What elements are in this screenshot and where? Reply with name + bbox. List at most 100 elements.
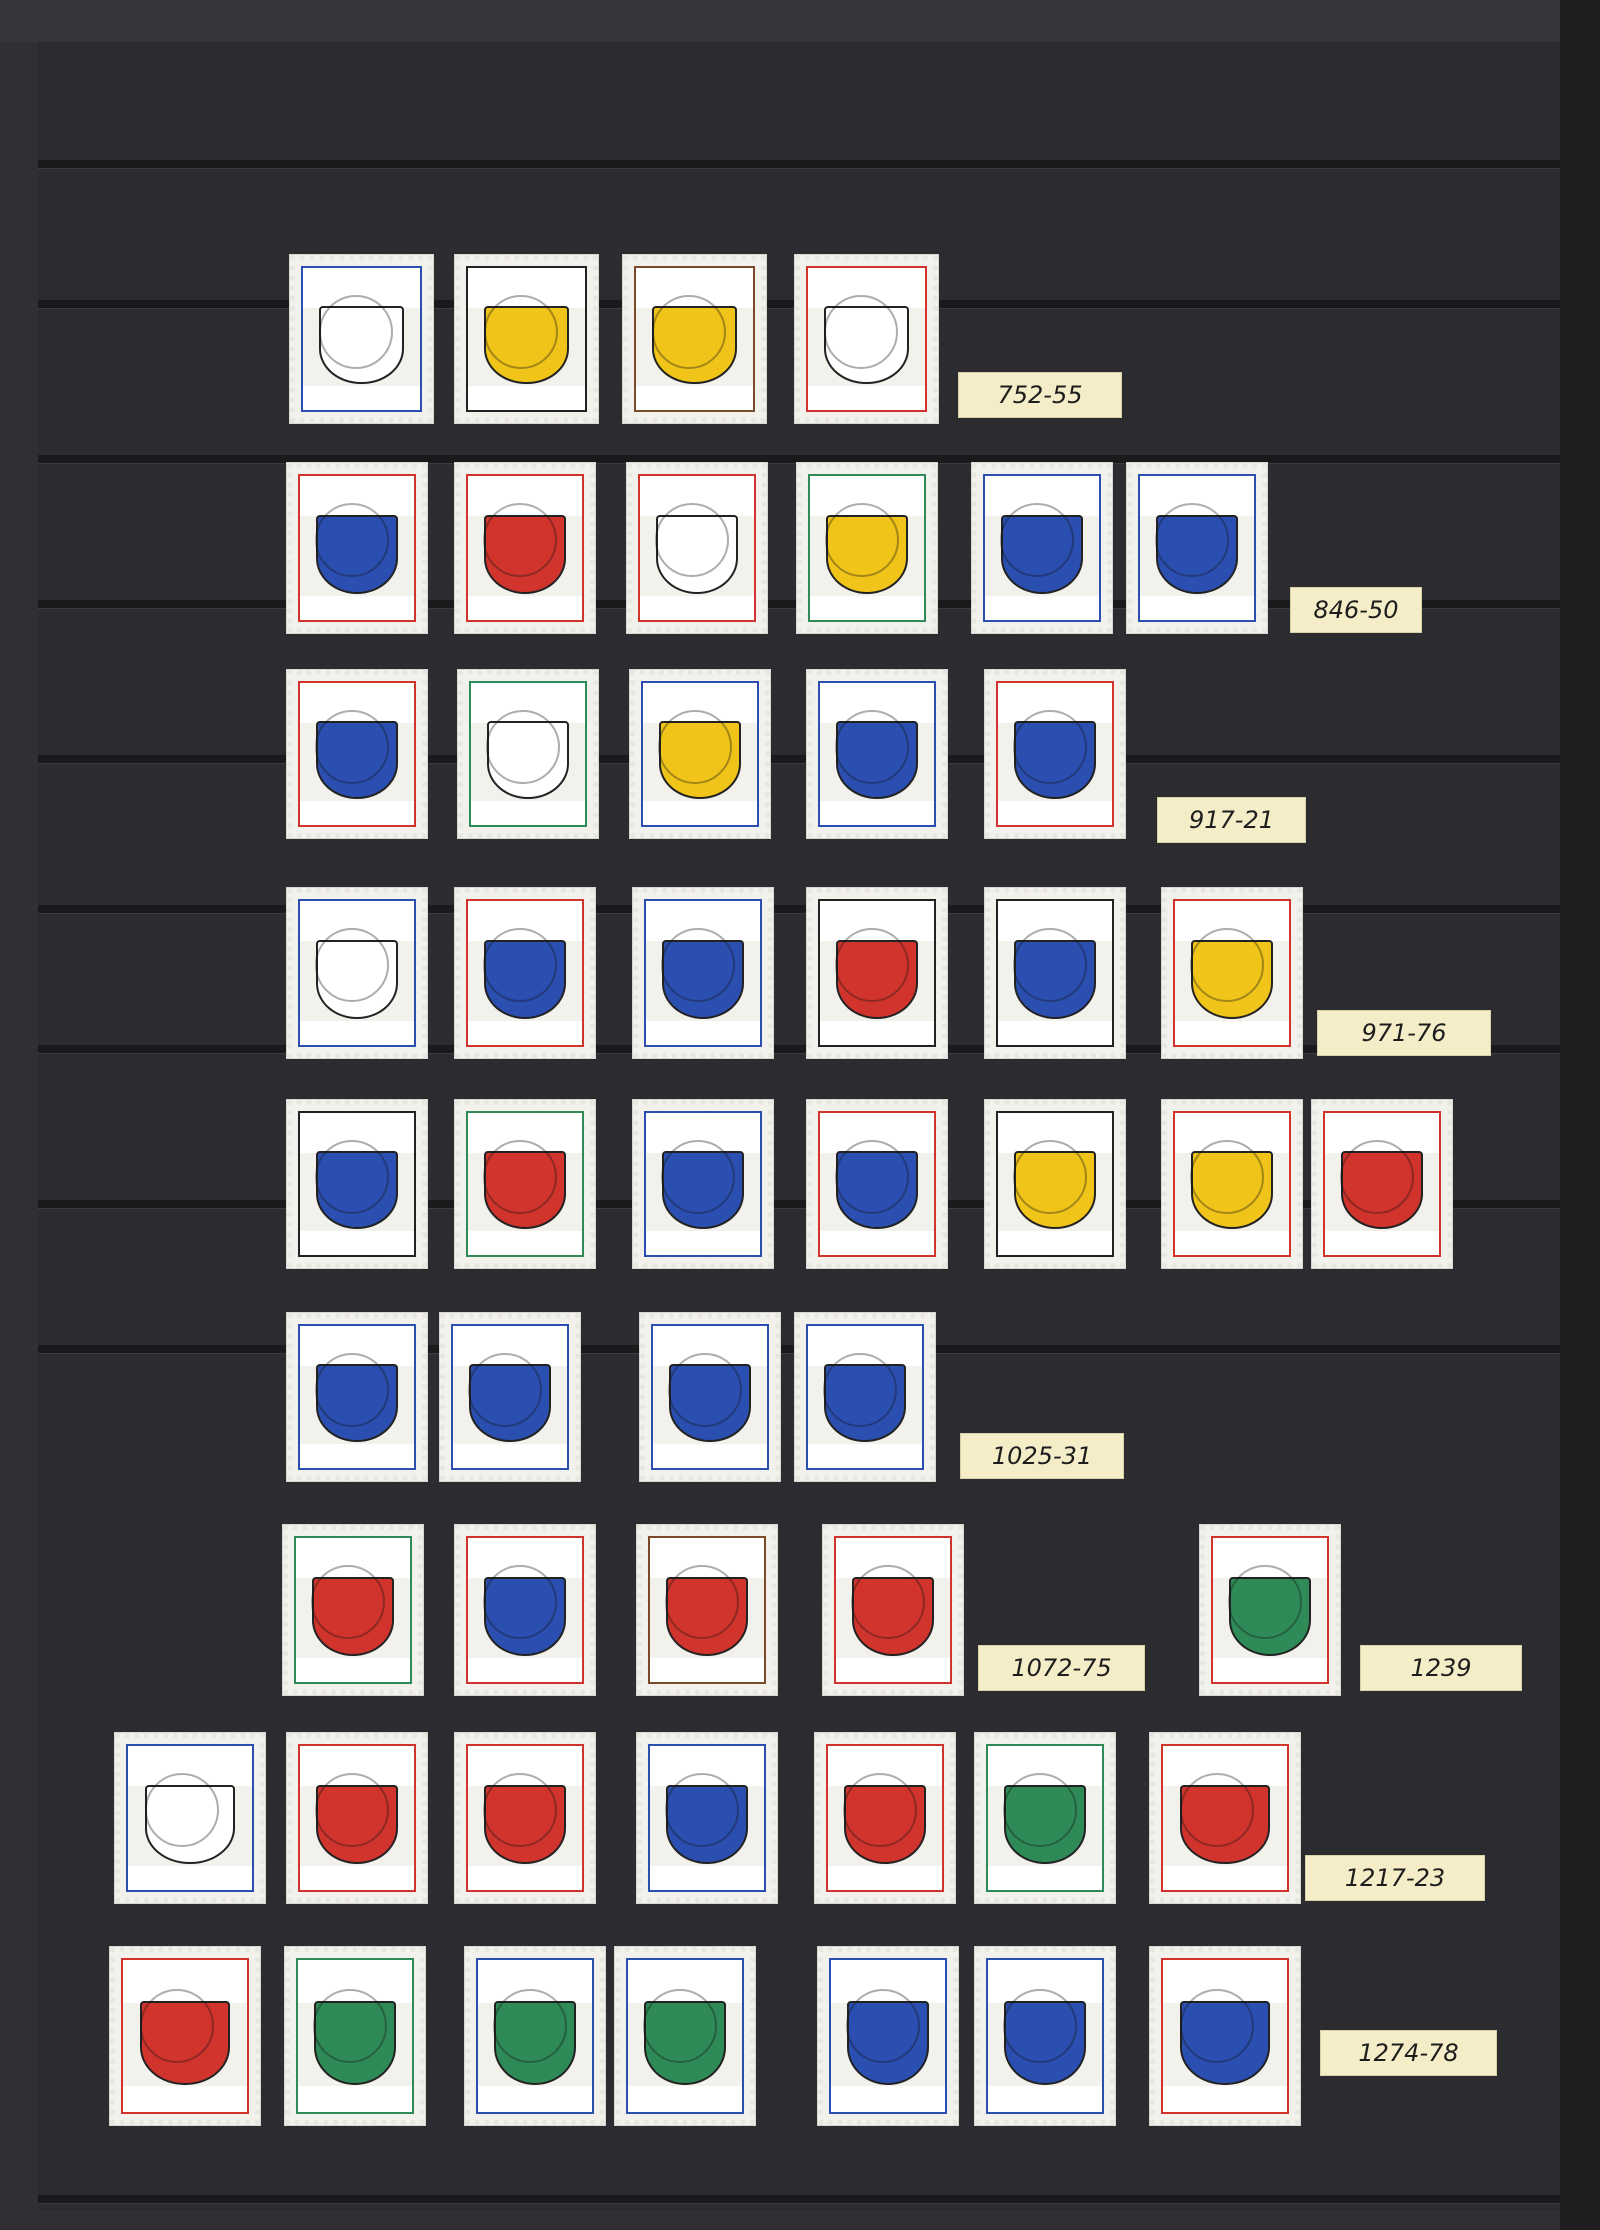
stamp[interactable] [971,462,1113,634]
stamp-footer [478,2086,592,2112]
stamp[interactable] [1161,887,1303,1059]
stamp[interactable] [454,887,596,1059]
stamp[interactable] [817,1946,959,2126]
stamp[interactable] [974,1946,1116,2126]
postmark-icon [486,709,561,784]
stamp-footer [810,595,924,620]
stamp[interactable] [622,254,767,424]
stamp[interactable] [1311,1099,1453,1269]
stamp-footer [998,800,1112,825]
stamp-footer [640,595,754,620]
stamp-footer [1163,2086,1287,2112]
stamp[interactable] [614,1946,756,2126]
stamp[interactable] [464,1946,606,2126]
stamp-footer [300,1230,414,1255]
postmark-icon [315,709,390,784]
catalogue-number-label: 846-50 [1290,587,1422,633]
stamp[interactable] [632,887,774,1059]
catalogue-number-label: 1274-78 [1320,2030,1497,2076]
stamp[interactable] [286,462,428,634]
stamp[interactable] [439,1312,581,1482]
stamp-footer [653,1443,767,1468]
catalogue-number-label: 752-55 [958,372,1122,418]
postmark-icon [1180,1988,1255,2063]
stamp[interactable] [1161,1099,1303,1269]
stamp[interactable] [636,1732,778,1904]
stamp[interactable] [794,254,939,424]
postmark-icon [643,1988,718,2063]
stamp[interactable] [289,254,434,424]
stamp-footer [1163,1865,1287,1890]
stamp-footer [1325,1230,1439,1255]
stamp-footer [1140,595,1254,620]
stamp[interactable] [454,1524,596,1696]
stamp[interactable] [286,1099,428,1269]
postmark-icon [1003,1988,1078,2063]
stamp[interactable] [454,1099,596,1269]
postmark-icon [468,1352,543,1427]
stamp-footer [998,1230,1112,1255]
stamp[interactable] [454,254,599,424]
stamp[interactable] [632,1099,774,1269]
stamp[interactable] [794,1312,936,1482]
stamp-footer [643,800,757,825]
stamp[interactable] [286,1312,428,1482]
stamp[interactable] [806,1099,948,1269]
stamp[interactable] [639,1312,781,1482]
postmark-icon [823,1352,898,1427]
stamp-footer [298,2086,412,2112]
stamp-footer [300,1865,414,1890]
stamp[interactable] [822,1524,964,1696]
stamp-footer [985,595,1099,620]
stamp[interactable] [284,1946,426,2126]
stamp[interactable] [629,669,771,839]
postmark-icon [1180,1773,1255,1848]
stamp-footer [998,1020,1112,1045]
catalogue-number-label: 1025-31 [960,1433,1124,1479]
stamp-footer [296,1657,410,1682]
stamp[interactable] [457,669,599,839]
stamp-footer [300,595,414,620]
stamp[interactable] [1149,1946,1301,2126]
stamp[interactable] [626,462,768,634]
stamp-footer [1213,1657,1327,1682]
page-edge [1560,0,1600,2230]
stamp[interactable] [282,1524,424,1696]
stamp-footer [636,385,753,410]
stamp[interactable] [1126,462,1268,634]
stamp[interactable] [806,887,948,1059]
top-band [0,0,1600,42]
catalogue-number-label: 1072-75 [978,1645,1145,1691]
stamp[interactable] [286,669,428,839]
stamp-footer [808,385,925,410]
postmark-icon [315,1139,390,1214]
postmark-icon [1013,709,1088,784]
stamp[interactable] [109,1946,261,2126]
stamp[interactable] [286,887,428,1059]
stamp[interactable] [796,462,938,634]
stockbook-strip [38,2195,1560,2204]
catalogue-number-label: 971-76 [1317,1010,1491,1056]
stamp[interactable] [286,1732,428,1904]
stamp[interactable] [636,1524,778,1696]
stamp[interactable] [1149,1732,1301,1904]
stamp[interactable] [984,1099,1126,1269]
stamp-footer [836,1657,950,1682]
stamp-footer [808,1443,922,1468]
stamp[interactable] [114,1732,266,1904]
stamp[interactable] [814,1732,956,1904]
stamp[interactable] [984,669,1126,839]
stamp[interactable] [454,462,596,634]
stamp-footer [1175,1020,1289,1045]
postmark-icon [835,709,910,784]
stamp[interactable] [984,887,1126,1059]
postmark-icon [483,294,558,369]
stamp-footer [128,1865,252,1890]
postmark-icon [313,1988,388,2063]
stamp-footer [828,1865,942,1890]
stamp[interactable] [1199,1524,1341,1696]
stamp[interactable] [454,1732,596,1904]
stamp[interactable] [806,669,948,839]
stamp-footer [831,2086,945,2112]
stamp[interactable] [974,1732,1116,1904]
